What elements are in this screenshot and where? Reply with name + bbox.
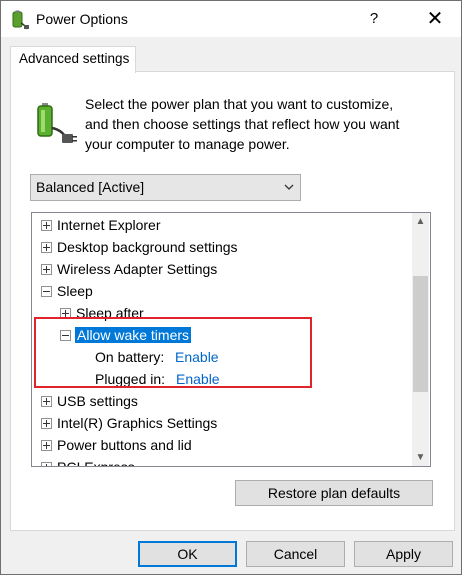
- scroll-down-arrow-icon[interactable]: ▼: [412, 449, 429, 466]
- collapse-icon[interactable]: [60, 330, 71, 341]
- expand-icon[interactable]: [41, 440, 52, 451]
- expand-icon[interactable]: [41, 242, 52, 253]
- close-button[interactable]: ✕: [415, 1, 455, 37]
- power-options-icon: [12, 10, 29, 30]
- scroll-up-arrow-icon[interactable]: ▲: [412, 213, 429, 230]
- chevron-down-icon: [284, 184, 294, 190]
- advanced-settings-panel: Select the power plan that you want to c…: [10, 71, 455, 531]
- plugged-in-value-link[interactable]: Enable: [176, 371, 220, 387]
- ok-button[interactable]: OK: [138, 541, 237, 567]
- tree-scrollbar[interactable]: ▲ ▼: [412, 213, 429, 466]
- on-battery-value-link[interactable]: Enable: [175, 349, 219, 365]
- tab-advanced-settings[interactable]: Advanced settings: [10, 46, 136, 73]
- plan-description: Select the power plan that you want to c…: [85, 96, 400, 152]
- expand-icon[interactable]: [41, 396, 52, 407]
- tab-label: Advanced settings: [19, 51, 130, 66]
- collapse-icon[interactable]: [41, 286, 52, 297]
- apply-button[interactable]: Apply: [354, 541, 453, 567]
- cancel-button[interactable]: Cancel: [246, 541, 345, 567]
- settings-tree[interactable]: Internet Explorer Desktop background set…: [31, 212, 431, 467]
- expand-icon[interactable]: [41, 418, 52, 429]
- expand-icon[interactable]: [60, 308, 71, 319]
- window-title: Power Options: [36, 11, 128, 27]
- help-button[interactable]: ?: [355, 1, 393, 37]
- restore-defaults-button[interactable]: Restore plan defaults: [235, 480, 433, 506]
- expand-icon[interactable]: [41, 462, 52, 466]
- expand-icon[interactable]: [41, 264, 52, 275]
- power-plan-selected: Balanced [Active]: [36, 179, 145, 195]
- title-bar[interactable]: Power Options ? ✕: [1, 1, 461, 37]
- expand-icon[interactable]: [41, 220, 52, 231]
- power-options-dialog: Power Options ? ✕ Advanced settings Sele…: [0, 0, 462, 575]
- battery-plug-icon: [37, 103, 77, 143]
- scroll-thumb[interactable]: [413, 276, 428, 392]
- power-plan-dropdown[interactable]: Balanced [Active]: [30, 174, 301, 201]
